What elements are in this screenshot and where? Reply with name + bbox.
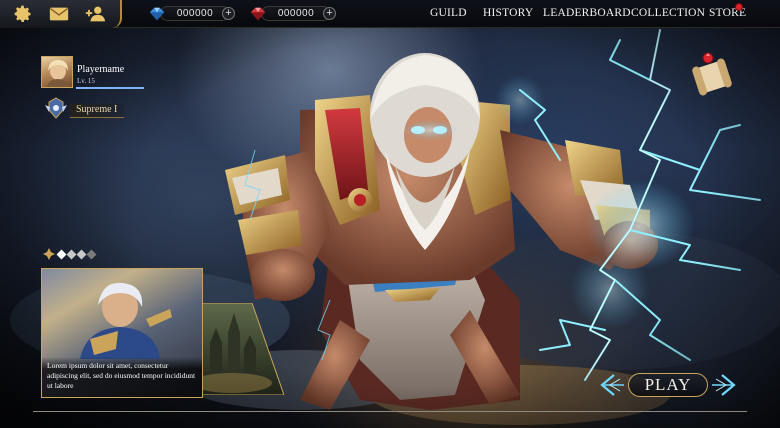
- blue-gem-icon: [149, 7, 165, 20]
- nav-guild[interactable]: GUILD: [430, 7, 467, 19]
- news-card-primary[interactable]: Lorem ipsum dolor sit amet, consectetur …: [41, 268, 203, 398]
- gear-icon[interactable]: [12, 4, 34, 24]
- pagination-dot-4[interactable]: [86, 249, 97, 259]
- quick-actions-panel: [0, 0, 122, 28]
- currency-red: 000000 +: [249, 5, 336, 22]
- pagination-dot-1[interactable]: [56, 249, 67, 259]
- currency-red-add-button[interactable]: +: [323, 7, 336, 20]
- rank-emblem-icon: [45, 97, 67, 119]
- currency-blue-add-button[interactable]: +: [222, 7, 235, 20]
- mail-icon[interactable]: [48, 4, 70, 24]
- arrow-right-icon[interactable]: [710, 372, 738, 398]
- player-level: Lv. 15: [77, 77, 95, 85]
- store-notification-badge: [735, 3, 743, 11]
- xp-bar: [76, 87, 144, 89]
- currency-blue-amount: 000000: [160, 6, 230, 21]
- red-gem-icon: [250, 7, 266, 20]
- nav-collection[interactable]: COLLECTION: [631, 7, 705, 19]
- player-name: Playername: [77, 64, 125, 75]
- nav-leaderboard[interactable]: LEADERBOARD: [543, 7, 631, 19]
- player-avatar[interactable]: [41, 56, 73, 88]
- quest-scroll-icon[interactable]: [692, 50, 734, 96]
- avatar-portrait-icon: [46, 60, 70, 87]
- pagination-dot-2[interactable]: [66, 249, 77, 259]
- currency-red-amount: 000000: [261, 6, 331, 21]
- pagination-dot-3[interactable]: [76, 249, 87, 259]
- play-control: PLAY: [598, 370, 740, 400]
- bottom-divider: [33, 411, 747, 412]
- play-button[interactable]: PLAY: [628, 373, 708, 397]
- news-description: Lorem ipsum dolor sit amet, consectetur …: [42, 357, 202, 397]
- arrow-left-icon[interactable]: [598, 372, 626, 398]
- fleur-ornament-icon: [43, 248, 55, 260]
- currency-blue: 000000 +: [148, 5, 235, 22]
- player-rank: Supreme I: [70, 104, 124, 118]
- news-pagination: [43, 248, 97, 260]
- warrior-portrait-image: [80, 282, 172, 359]
- add-friend-icon[interactable]: [84, 4, 106, 24]
- top-bar: 000000 + 000000 + GUILD HISTORY LEADERBO…: [0, 0, 780, 28]
- nav-history[interactable]: HISTORY: [483, 7, 533, 19]
